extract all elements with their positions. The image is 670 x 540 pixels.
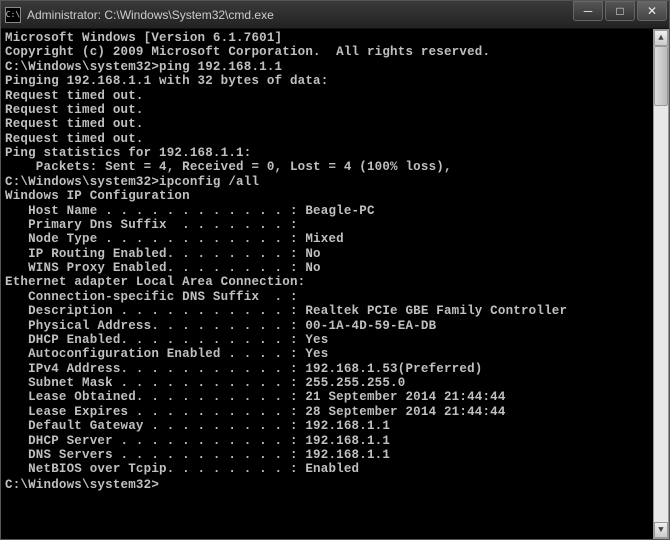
output-line: IP Routing Enabled. . . . . . . . : No [5, 247, 665, 261]
output-line: Ping statistics for 192.168.1.1: [5, 146, 665, 160]
prompt-line: C:\Windows\system32> [5, 477, 665, 492]
window-title: Administrator: C:\Windows\System32\cmd.e… [27, 8, 665, 22]
cmd-icon: C:\ [5, 7, 21, 23]
output-line: IPv4 Address. . . . . . . . . . . : 192.… [5, 362, 665, 376]
output-line: DHCP Enabled. . . . . . . . . . . : Yes [5, 333, 665, 347]
close-button[interactable]: ✕ [637, 1, 667, 21]
output-line: DHCP Server . . . . . . . . . . . : 192.… [5, 434, 665, 448]
window-controls: ─ □ ✕ [573, 1, 667, 21]
output-line: Request timed out. [5, 103, 665, 117]
output-line: Default Gateway . . . . . . . . . : 192.… [5, 419, 665, 433]
output-line: Request timed out. [5, 132, 665, 146]
output-line: Ethernet adapter Local Area Connection: [5, 275, 665, 289]
scroll-up-arrow-icon[interactable]: ▲ [654, 30, 668, 46]
cmd-window: C:\ Administrator: C:\Windows\System32\c… [0, 0, 670, 540]
output-line: Physical Address. . . . . . . . . : 00-1… [5, 319, 665, 333]
output-line: Host Name . . . . . . . . . . . . : Beag… [5, 204, 665, 218]
prompt-line: C:\Windows\system32>ping 192.168.1.1 [5, 60, 665, 74]
scroll-track[interactable] [654, 46, 668, 522]
output-line: Request timed out. [5, 117, 665, 131]
output-line: Microsoft Windows [Version 6.1.7601] [5, 31, 665, 45]
output-line: Primary Dns Suffix . . . . . . . : [5, 218, 665, 232]
prompt-line: C:\Windows\system32>ipconfig /all [5, 175, 665, 189]
vertical-scrollbar[interactable]: ▲ ▼ [653, 29, 669, 539]
output-line: Request timed out. [5, 89, 665, 103]
output-line: Autoconfiguration Enabled . . . . : Yes [5, 347, 665, 361]
terminal-output[interactable]: Microsoft Windows [Version 6.1.7601]Copy… [1, 29, 669, 539]
cursor [159, 477, 166, 490]
output-line: Description . . . . . . . . . . . : Real… [5, 304, 665, 318]
output-line: NetBIOS over Tcpip. . . . . . . . : Enab… [5, 462, 665, 476]
output-line: WINS Proxy Enabled. . . . . . . . : No [5, 261, 665, 275]
output-line: Node Type . . . . . . . . . . . . : Mixe… [5, 232, 665, 246]
scroll-thumb[interactable] [654, 46, 668, 106]
prompt-text: C:\Windows\system32> [5, 478, 159, 492]
output-line: DNS Servers . . . . . . . . . . . : 192.… [5, 448, 665, 462]
output-line: Windows IP Configuration [5, 189, 665, 203]
maximize-button[interactable]: □ [605, 1, 635, 21]
scroll-down-arrow-icon[interactable]: ▼ [654, 522, 668, 538]
output-line: Lease Obtained. . . . . . . . . . : 21 S… [5, 390, 665, 404]
output-line: Copyright (c) 2009 Microsoft Corporation… [5, 45, 665, 59]
output-line: Connection-specific DNS Suffix . : [5, 290, 665, 304]
output-line: Packets: Sent = 4, Received = 0, Lost = … [5, 160, 665, 174]
titlebar[interactable]: C:\ Administrator: C:\Windows\System32\c… [1, 1, 669, 29]
output-line: Subnet Mask . . . . . . . . . . . : 255.… [5, 376, 665, 390]
output-line: Pinging 192.168.1.1 with 32 bytes of dat… [5, 74, 665, 88]
output-line: Lease Expires . . . . . . . . . . : 28 S… [5, 405, 665, 419]
minimize-button[interactable]: ─ [573, 1, 603, 21]
